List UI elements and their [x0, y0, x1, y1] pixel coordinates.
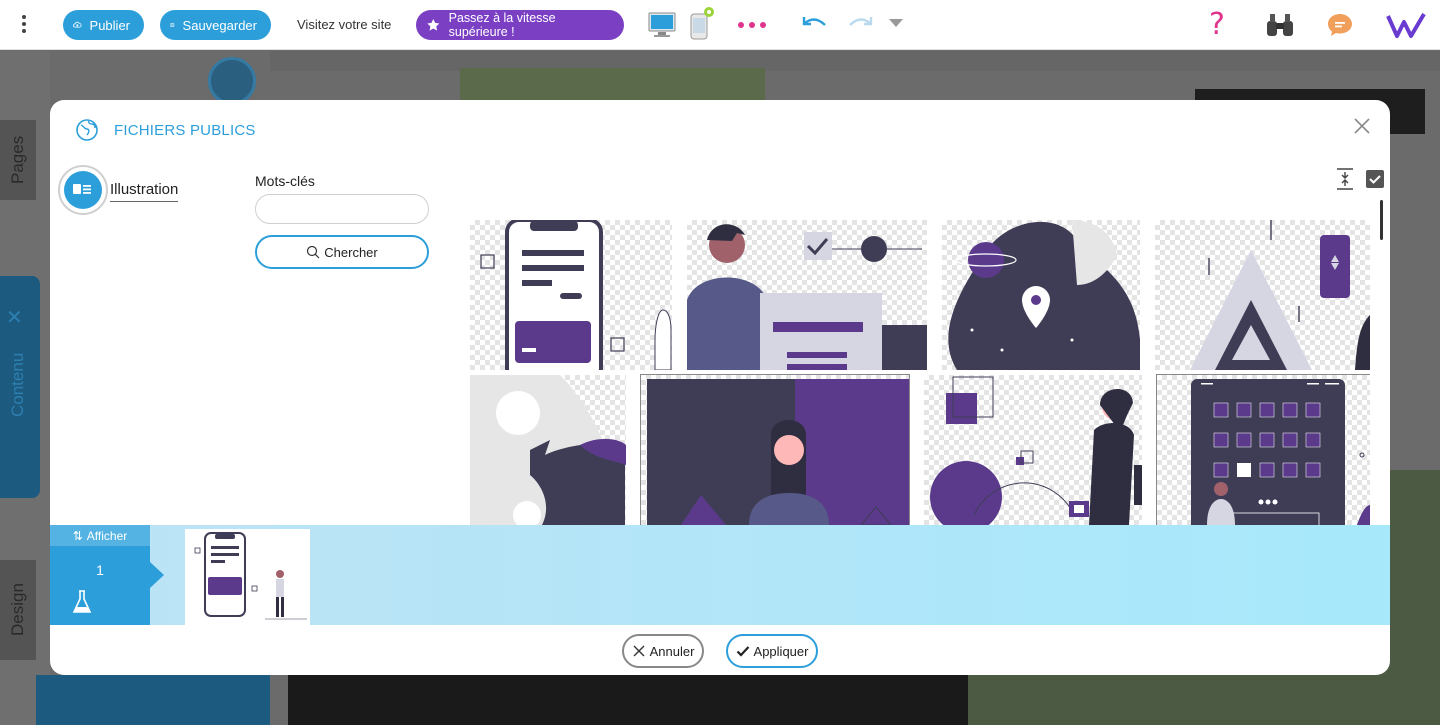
binoculars-icon[interactable] — [1265, 12, 1295, 38]
space-map-illustration — [948, 220, 1140, 370]
unicorn-illustration — [470, 375, 626, 525]
background-close-icon: ✕ — [6, 307, 23, 329]
caret-down-icon[interactable] — [889, 19, 903, 27]
publish-label: Publier — [89, 17, 130, 33]
close-icon[interactable] — [1350, 114, 1374, 138]
selection-panel: ⇅ Afficher 1 — [50, 525, 150, 625]
display-toggle[interactable]: ⇅ Afficher — [50, 525, 150, 546]
person-board-illustration — [687, 224, 927, 370]
image-grid — [470, 220, 1370, 525]
selected-thumbnail[interactable] — [185, 529, 310, 625]
close-icon — [633, 645, 645, 657]
image-list-icon — [73, 184, 91, 194]
selection-strip: ⇅ Afficher 1 — [50, 525, 1390, 625]
search-button[interactable]: Chercher — [255, 235, 429, 269]
illustration-thumbnail[interactable] — [640, 374, 910, 525]
avatar — [208, 57, 256, 105]
logo-icon[interactable] — [1386, 12, 1426, 40]
more-vertical-icon[interactable] — [16, 13, 32, 37]
keywords-label: Mots-clés — [255, 173, 315, 189]
undo-icon[interactable] — [801, 15, 829, 35]
illustration-thumbnail[interactable] — [687, 220, 927, 370]
cancel-button[interactable]: Annuler — [622, 634, 704, 668]
save-button[interactable]: Sauvegarder — [160, 10, 271, 40]
keywords-input[interactable] — [255, 194, 429, 224]
background-bottom-tools — [36, 675, 270, 725]
content-tab[interactable]: Contenu — [0, 330, 36, 440]
woman-portrait-illustration — [647, 379, 909, 525]
check-icon — [1369, 175, 1381, 184]
illustration-thumbnail[interactable] — [1156, 374, 1370, 525]
illustration-thumbnail[interactable] — [924, 375, 1142, 525]
cancel-label: Annuler — [649, 643, 695, 659]
publish-button[interactable]: Publier — [63, 10, 144, 40]
mobile-icon[interactable] — [688, 6, 716, 40]
floppy-icon — [170, 23, 175, 27]
phone-payment-thumbnail — [194, 532, 307, 620]
visit-site-link[interactable]: Visitez votre site — [297, 17, 391, 32]
selection-count: 1 — [96, 562, 104, 578]
star-icon — [427, 19, 440, 31]
flask-icon[interactable] — [72, 590, 92, 614]
more-horizontal-icon[interactable] — [738, 18, 770, 32]
save-label: Sauvegarder — [182, 17, 257, 33]
display-label: Afficher — [86, 528, 128, 543]
search-label: Chercher — [324, 244, 378, 260]
illustration-thumbnail[interactable] — [470, 220, 672, 370]
design-tab[interactable]: Design — [0, 560, 36, 660]
help-icon[interactable]: ? — [1209, 7, 1225, 42]
woman-shapes-illustration — [930, 376, 1142, 525]
apply-button[interactable]: Appliquer — [726, 634, 818, 668]
top-toolbar: Publier Sauvegarder Visitez votre site P… — [0, 0, 1440, 50]
redo-icon[interactable] — [846, 15, 874, 35]
illustration-thumbnail[interactable] — [942, 220, 1140, 370]
sort-arrows-icon: ⇅ — [72, 528, 83, 543]
selection-arrow — [150, 562, 164, 588]
modal-title: FICHIERS PUBLICS — [114, 122, 256, 139]
grid-scrollbar[interactable] — [1380, 200, 1383, 240]
select-all-checkbox[interactable] — [1366, 170, 1384, 188]
category-label: Illustration — [110, 181, 179, 202]
desktop-icon[interactable] — [648, 12, 676, 38]
globe-icon — [76, 119, 98, 141]
pages-tab[interactable]: Pages — [0, 120, 36, 200]
category-illustration[interactable]: Illustration — [58, 165, 238, 215]
check-icon — [736, 646, 749, 657]
chat-icon[interactable] — [1326, 12, 1354, 38]
triangle-phone-illustration — [1190, 220, 1370, 370]
background-banner-image — [460, 68, 765, 100]
app-grid-illustration — [1191, 379, 1370, 525]
public-files-modal: FICHIERS PUBLICS Illustration Mots-clés … — [50, 100, 1390, 675]
collapse-icon[interactable] — [1336, 168, 1354, 190]
illustration-thumbnail[interactable] — [1155, 220, 1370, 370]
background-ruler — [270, 51, 1440, 71]
background-dark-footer — [288, 675, 968, 725]
illustration-thumbnail[interactable] — [470, 375, 626, 525]
upgrade-button[interactable]: Passez à la vitesse supérieure ! — [416, 10, 624, 40]
phone-payment-illustration — [480, 220, 672, 370]
apply-label: Appliquer — [753, 643, 809, 659]
search-icon — [307, 245, 320, 259]
cloud-upload-icon — [73, 21, 82, 28]
upgrade-label: Passez à la vitesse supérieure ! — [448, 11, 556, 39]
